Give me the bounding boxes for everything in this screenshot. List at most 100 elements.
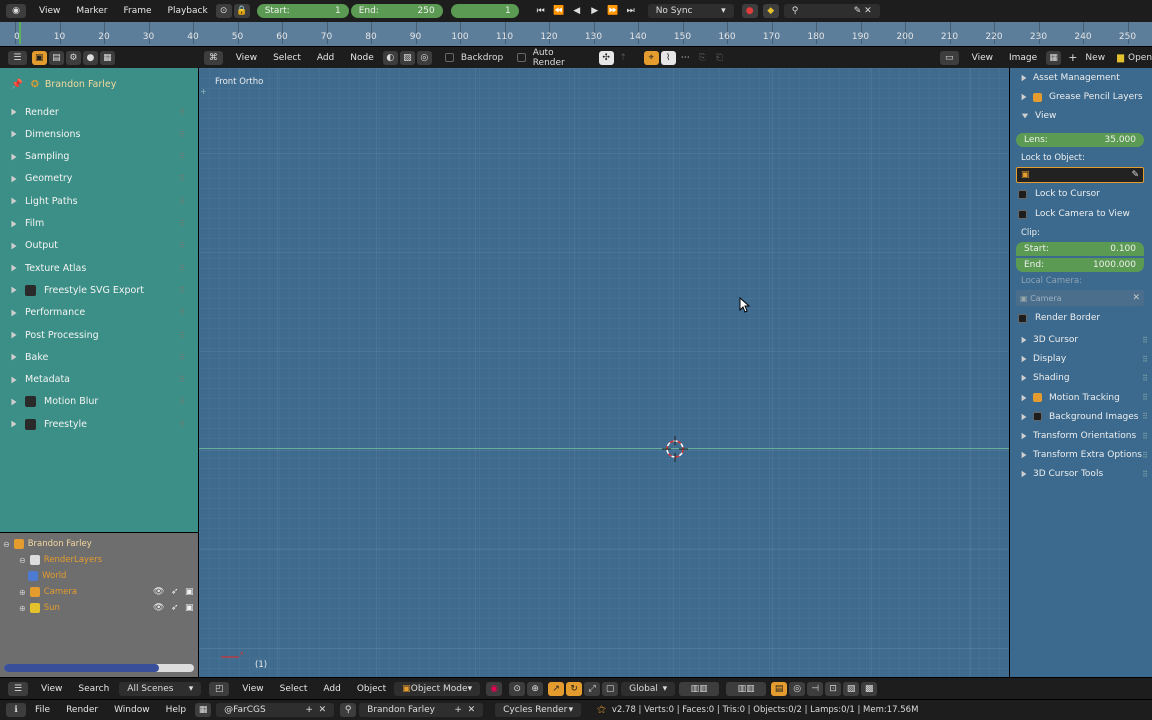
layers-icon-2[interactable]: ▥▥: [726, 681, 767, 696]
npanel-3d-cursor[interactable]: 3D Cursor ⠿: [1010, 331, 1152, 349]
screen-layout-icon[interactable]: ▦: [195, 703, 212, 717]
outliner-menu-view[interactable]: View: [41, 684, 62, 694]
3d-viewport[interactable]: Front Ortho + x (1): [199, 68, 1009, 677]
drag-handle-icon[interactable]: ⠿: [179, 219, 186, 228]
panel-motion-blur[interactable]: Motion Blur ⠿: [0, 392, 198, 412]
node-menu-view[interactable]: View: [236, 53, 257, 63]
outliner-item[interactable]: ⊕ Sun 👁 ➶ ▣: [0, 600, 198, 616]
timeline-menu-view[interactable]: View: [39, 6, 60, 16]
drag-handle-icon[interactable]: ⠿: [179, 174, 186, 183]
keying-set-icon[interactable]: ◆: [762, 4, 779, 18]
image-menu-view[interactable]: View: [972, 53, 993, 63]
drag-handle-icon[interactable]: ⠿: [1142, 336, 1148, 345]
world-context-icon[interactable]: ●: [82, 50, 98, 65]
viewport-shading-icon[interactable]: ◉: [486, 681, 503, 696]
panel-film[interactable]: Film ⠿: [0, 214, 198, 234]
outliner-menu-search[interactable]: Search: [78, 684, 109, 694]
end-frame-field[interactable]: End: 250: [350, 4, 443, 18]
render-border-toggle[interactable]: Render Border: [1010, 309, 1152, 327]
selectable-arrow-icon[interactable]: ➶: [171, 587, 179, 597]
snap-icon[interactable]: ⌖: [643, 50, 659, 65]
clear-icon[interactable]: ✕: [1132, 293, 1140, 303]
drag-handle-icon[interactable]: ⠿: [179, 197, 186, 206]
local-camera-field[interactable]: ▣ Camera ✕: [1016, 290, 1144, 306]
start-frame-field[interactable]: Start: 1: [256, 4, 349, 18]
visibility-eye-icon[interactable]: 👁: [153, 587, 164, 597]
scene-browse-icon[interactable]: ⚲: [340, 703, 357, 717]
lock-layers-icon[interactable]: ▤: [771, 681, 788, 696]
play-reverse-icon[interactable]: ◀: [569, 4, 585, 18]
auto-render-toggle[interactable]: Auto Render: [517, 48, 584, 68]
panel-freestyle[interactable]: Freestyle ⠿: [0, 414, 198, 434]
info-menu-window[interactable]: Window: [114, 705, 150, 715]
drag-handle-icon[interactable]: ⠿: [1142, 470, 1148, 479]
drag-handle-icon[interactable]: ⠿: [179, 241, 186, 250]
record-icon[interactable]: ●: [741, 4, 758, 18]
section-enable-checkbox[interactable]: [1033, 412, 1042, 422]
drag-handle-icon[interactable]: ⠿: [179, 353, 186, 362]
npanel-transform-extra-options[interactable]: Transform Extra Options ⠿: [1010, 446, 1152, 464]
drag-handle-icon[interactable]: ⠿: [179, 375, 186, 384]
drag-handle-icon[interactable]: ⠿: [179, 264, 186, 273]
info-editor-icon[interactable]: ℹ: [6, 703, 26, 717]
outliner-item[interactable]: World: [0, 568, 198, 584]
add-remove-screen-icon[interactable]: + ✕: [305, 705, 326, 715]
render-engine-select[interactable]: Cycles Render ▾: [495, 703, 582, 717]
drag-handle-icon[interactable]: ⠿: [1142, 355, 1148, 364]
region-toggle-icon[interactable]: +: [200, 87, 207, 96]
texture-nodes-icon[interactable]: ◎: [416, 50, 432, 65]
render-camera-icon[interactable]: ▣: [185, 587, 194, 597]
3d-cursor-icon[interactable]: [662, 436, 688, 462]
drag-handle-icon[interactable]: ⠿: [179, 152, 186, 161]
panel-render[interactable]: Render ⠿: [0, 102, 198, 122]
panel-geometry[interactable]: Geometry ⠿: [0, 169, 198, 189]
shader-nodes-icon[interactable]: ◐: [382, 50, 398, 65]
compositing-nodes-icon[interactable]: ▨: [399, 50, 415, 65]
timeline-menu-frame[interactable]: Frame: [123, 6, 151, 16]
drag-handle-icon[interactable]: ⠿: [1142, 451, 1148, 460]
panel-post-processing[interactable]: Post Processing ⠿: [0, 325, 198, 345]
lock-to-object-field[interactable]: ▣ ✎: [1016, 167, 1144, 183]
jump-end-icon[interactable]: ⏭: [623, 4, 639, 18]
info-menu-help[interactable]: Help: [166, 705, 187, 715]
node-menu-select[interactable]: Select: [273, 53, 301, 63]
clip-start-field[interactable]: Start: 0.100: [1016, 242, 1144, 256]
object-context-icon[interactable]: ▦: [99, 50, 115, 65]
drag-handle-icon[interactable]: ⠿: [179, 286, 186, 295]
panel-freestyle-svg-export[interactable]: Freestyle SVG Export ⠿: [0, 280, 198, 300]
lock-camera-toggle[interactable]: Lock Camera to View: [1010, 205, 1152, 223]
snap-node-icon[interactable]: ⌇: [660, 50, 676, 65]
clip-end-field[interactable]: End: 1000.000: [1016, 258, 1144, 272]
jump-keyframe-forward-icon[interactable]: ⏩: [605, 4, 621, 18]
backdrop-toggle[interactable]: Backdrop: [444, 53, 503, 63]
panel-dimensions[interactable]: Dimensions ⠿: [0, 124, 198, 144]
pin-icon[interactable]: ✣: [598, 50, 614, 65]
info-menu-render[interactable]: Render: [66, 705, 98, 715]
3d-menu-add[interactable]: Add: [323, 684, 340, 694]
npanel-shading[interactable]: Shading ⠿: [1010, 369, 1152, 387]
render-context-icon[interactable]: ▣: [31, 50, 47, 65]
drag-handle-icon[interactable]: ⠿: [179, 308, 186, 317]
lock-to-cursor-checkbox[interactable]: [1018, 189, 1027, 199]
lock-to-cursor-toggle[interactable]: Lock to Cursor: [1010, 185, 1152, 203]
selectable-arrow-icon[interactable]: ➶: [171, 603, 179, 613]
npanel-3d-cursor-tools[interactable]: 3D Cursor Tools ⠿: [1010, 465, 1152, 483]
drag-handle-icon[interactable]: ⠿: [1142, 374, 1148, 383]
outliner-editor-icon[interactable]: ☰: [8, 681, 28, 696]
grease-pencil-checkbox[interactable]: [1033, 92, 1042, 102]
layers-icon[interactable]: ▥▥: [679, 681, 720, 696]
outliner-item[interactable]: ⊖ RenderLayers: [0, 552, 198, 568]
panel-enable-checkbox[interactable]: [25, 396, 36, 408]
3d-menu-object[interactable]: Object: [357, 684, 386, 694]
sync-select[interactable]: No Sync ▾: [647, 4, 734, 18]
play-icon[interactable]: ▶: [587, 4, 603, 18]
eyedropper-icon[interactable]: ✎: [1131, 170, 1139, 180]
add-remove-scene-icon[interactable]: + ✕: [454, 705, 475, 715]
render-layers-context-icon[interactable]: ▤: [48, 50, 64, 65]
image-browse-icon[interactable]: ▦: [1046, 50, 1062, 65]
visibility-eye-icon[interactable]: 👁: [153, 603, 164, 613]
snap-target-icon[interactable]: ⋯: [678, 51, 693, 65]
opengl-anim-icon[interactable]: ▩: [861, 681, 878, 696]
panel-enable-checkbox[interactable]: [25, 418, 36, 430]
drag-handle-icon[interactable]: ⠿: [179, 331, 186, 340]
